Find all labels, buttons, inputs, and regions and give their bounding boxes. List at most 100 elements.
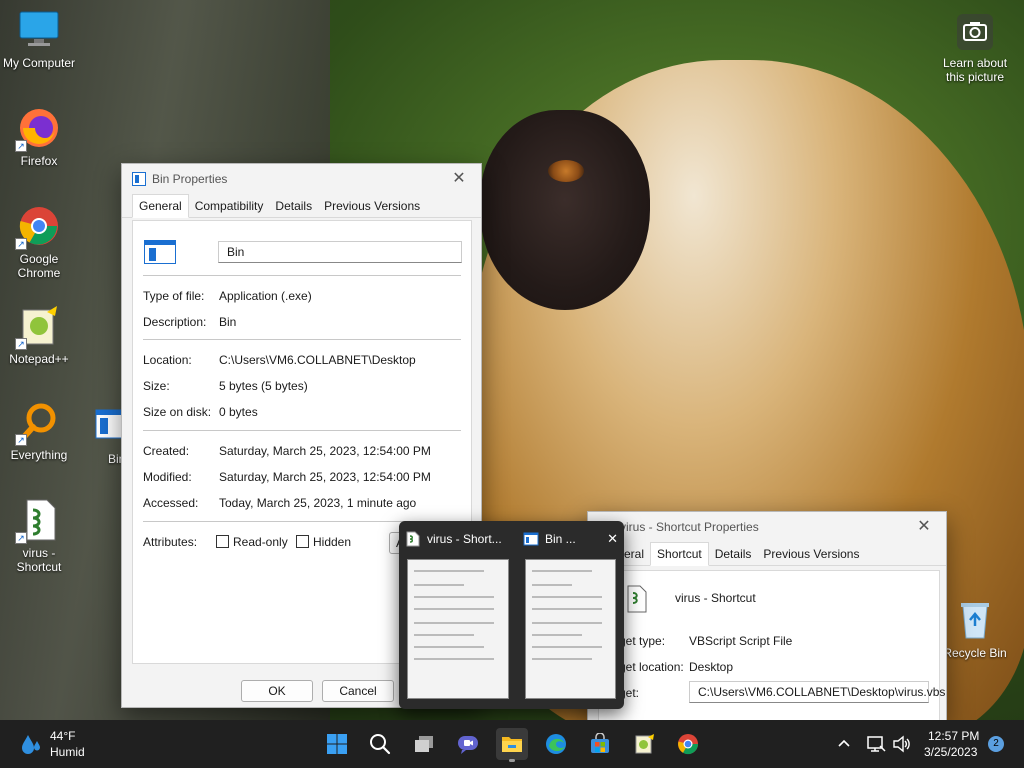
script-file-icon: ↗ [15, 498, 61, 544]
weather-temperature[interactable]: 44°F [50, 729, 75, 743]
thumbnail-bin[interactable]: Bin ... ✕ [517, 521, 624, 709]
preview-line [532, 596, 602, 598]
bin-properties-titlebar[interactable]: Bin Properties ✕ [122, 164, 481, 194]
shortcut-properties-tabs: eral Shortcut Details Previous Versions [588, 542, 946, 566]
close-icon[interactable]: ✕ [607, 531, 618, 547]
close-icon[interactable]: ✕ [447, 168, 471, 190]
divider [143, 339, 461, 340]
thumbnail-header: Bin ... ✕ [517, 521, 624, 557]
taskbar: 44°F Humid 12:57 PM 3/25/2023 2 [0, 720, 1024, 768]
notepadpp-icon[interactable] [628, 728, 660, 760]
microsoft-store-icon[interactable] [584, 728, 616, 760]
desktop-icon-recycle-bin[interactable]: Recycle Bin [936, 598, 1014, 660]
clock-time[interactable]: 12:57 PM [928, 729, 979, 743]
search-icon[interactable] [364, 728, 396, 760]
chrome-icon[interactable] [672, 728, 704, 760]
desktop-icon-everything[interactable]: ↗ Everything [0, 400, 78, 462]
bin-properties-tabs: General Compatibility Details Previous V… [122, 194, 481, 218]
desktop-icon-label: Everything [10, 448, 68, 462]
location-label: Location: [143, 353, 192, 367]
readonly-checkbox[interactable]: Read-only [216, 535, 288, 549]
description-value: Bin [219, 315, 237, 329]
preview-line [532, 608, 602, 610]
created-label: Created: [143, 444, 190, 458]
recycle-bin-icon [953, 598, 997, 642]
desktop-icon-virus-shortcut[interactable]: ↗ virus - Shortcut [0, 498, 78, 574]
preview-line [414, 646, 484, 648]
created-value: Saturday, March 25, 2023, 12:54:00 PM [219, 444, 431, 458]
divider [143, 430, 461, 431]
desktop-icon-label: Notepad++ [9, 352, 69, 366]
desktop-icon-notepadpp[interactable]: ↗ Notepad++ [0, 304, 78, 366]
teams-chat-icon[interactable] [452, 728, 484, 760]
size-on-disk-value: 0 bytes [219, 405, 258, 419]
ok-button[interactable]: OK [241, 680, 313, 702]
checkbox-box[interactable] [216, 535, 229, 548]
thumbnail-preview [525, 559, 616, 699]
application-icon [523, 531, 539, 547]
thumbnail-title: Bin ... [545, 532, 576, 546]
file-explorer-icon[interactable] [496, 728, 528, 762]
magnifier-icon: ↗ [15, 400, 61, 446]
size-label: Size: [143, 379, 170, 393]
notepadpp-icon: ↗ [15, 304, 61, 350]
tab-compatibility[interactable]: Compatibility [189, 195, 270, 217]
target-location-label: get location: [619, 660, 684, 674]
desktop-icon-firefox[interactable]: ↗ Firefox [0, 106, 78, 168]
start-windows-icon[interactable] [321, 728, 353, 760]
script-file-icon [625, 585, 649, 613]
tab-general[interactable]: General [132, 194, 189, 218]
preview-line [414, 634, 474, 636]
close-icon[interactable]: ✕ [912, 516, 936, 538]
target-input[interactable]: C:\Users\VM6.COLLABNET\Desktop\virus.vbs [689, 681, 945, 703]
shortcut-properties-window[interactable]: virus - Shortcut Properties ✕ eral Short… [587, 511, 947, 720]
application-icon [94, 404, 124, 448]
weather-droplet-icon[interactable] [18, 732, 44, 758]
network-icon[interactable] [866, 734, 886, 754]
preview-line [532, 622, 602, 624]
hidden-label: Hidden [313, 535, 352, 549]
file-name-input[interactable]: Bin [218, 241, 462, 263]
chevron-up-icon[interactable] [836, 736, 852, 752]
tab-previous-versions[interactable]: Previous Versions [757, 543, 865, 565]
tab-details[interactable]: Details [269, 195, 318, 217]
preview-line [532, 584, 572, 586]
tab-previous-versions[interactable]: Previous Versions [318, 195, 426, 217]
weather-description[interactable]: Humid [50, 745, 85, 759]
desktop-icon-bin[interactable]: Bin [80, 404, 124, 466]
target-location-value: Desktop [689, 660, 734, 674]
notification-badge[interactable]: 2 [988, 736, 1004, 752]
shortcut-arrow-icon: ↗ [15, 238, 27, 250]
edge-icon[interactable] [540, 728, 572, 760]
desktop-icon-chrome[interactable]: ↗ Google Chrome [0, 204, 78, 280]
window-title: virus - Shortcut Properties [620, 520, 759, 534]
preview-line [532, 634, 582, 636]
application-icon [132, 172, 146, 186]
task-view-icon[interactable] [408, 728, 440, 760]
readonly-label: Read-only [233, 535, 288, 549]
preview-line [532, 646, 602, 648]
thumbnail-header: virus - Short... [399, 521, 517, 557]
shortcut-arrow-icon: ↗ [15, 532, 27, 544]
tab-details[interactable]: Details [709, 543, 758, 565]
learn-about-picture[interactable]: Learn about this picture [934, 12, 1016, 84]
camera-icon [955, 12, 995, 52]
tab-shortcut[interactable]: Shortcut [650, 542, 709, 566]
attributes-label: Attributes: [143, 535, 198, 549]
learn-about-label: Learn about this picture [942, 56, 1008, 84]
checkbox-box[interactable] [296, 535, 309, 548]
shortcut-tab-panel: virus - Shortcut get type: VBScript Scri… [598, 570, 945, 720]
preview-line [414, 584, 464, 586]
shortcut-properties-titlebar[interactable]: virus - Shortcut Properties ✕ [588, 512, 946, 542]
hidden-checkbox[interactable]: Hidden [296, 535, 351, 549]
chrome-icon: ↗ [15, 204, 61, 250]
modified-value: Saturday, March 25, 2023, 12:54:00 PM [219, 470, 431, 484]
desktop-icon-my-computer[interactable]: My Computer [0, 8, 78, 70]
desktop-icon-label: Bin [108, 452, 124, 466]
clock-date[interactable]: 3/25/2023 [924, 745, 977, 759]
thumbnail-virus-shortcut[interactable]: virus - Short... [399, 521, 517, 709]
cancel-button[interactable]: Cancel [322, 680, 394, 702]
volume-icon[interactable] [892, 734, 912, 754]
target-type-label: get type: [619, 634, 666, 648]
preview-line [414, 570, 484, 572]
